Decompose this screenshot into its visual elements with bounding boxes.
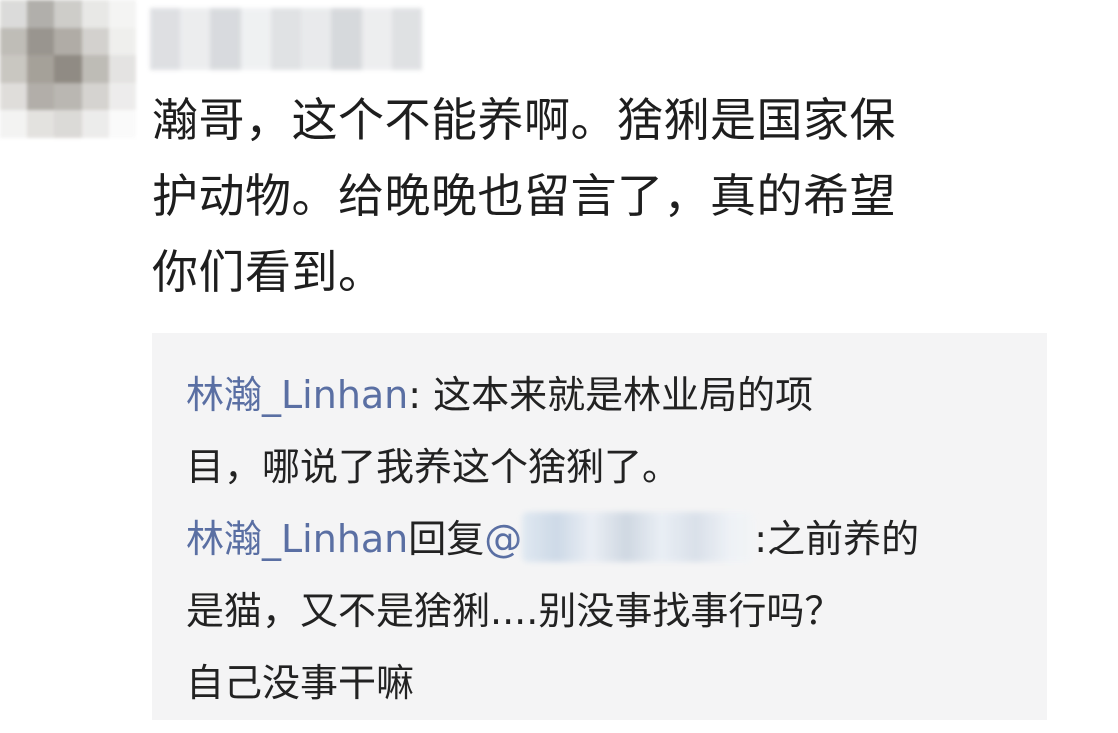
reply-line: 自己没事干嘛 (186, 661, 415, 705)
comment-line: 护动物。给晚晚也留言了，真的希望 (152, 169, 896, 223)
reply-word: 回复 (408, 517, 485, 561)
reply-item[interactable]: 林瀚_Linhan: 这本来就是林业局的项 目，哪说了我养这个猞猁了。 (186, 359, 1006, 503)
reply-thread[interactable]: 林瀚_Linhan: 这本来就是林业局的项 目，哪说了我养这个猞猁了。 林瀚_L… (152, 333, 1047, 720)
comment-line: 瀚哥，这个不能养啊。猞猁是国家保 (152, 93, 896, 147)
username-redacted (150, 8, 422, 70)
comment-body: 瀚哥，这个不能养啊。猞猁是国家保 护动物。给晚晚也留言了，真的希望 你们看到。 (152, 82, 1052, 310)
mention-at-sign[interactable]: @ (484, 517, 522, 561)
avatar[interactable] (0, 0, 136, 138)
reply-author-link[interactable]: 林瀚_Linhan (186, 517, 408, 561)
reply-line: 是猫，又不是猞猁....别没事找事行吗？ (186, 589, 843, 633)
mention-redacted[interactable] (522, 512, 755, 562)
comment-line: 你们看到。 (152, 245, 385, 299)
reply-line: 目，哪说了我养这个猞猁了。 (186, 445, 681, 489)
reply-separator: : (408, 373, 422, 417)
reply-line: 林瀚_Linhan回复@ :之前养的 (186, 503, 1006, 575)
reply-author-link[interactable]: 林瀚_Linhan (186, 373, 408, 417)
reply-text: 这本来就是林业局的项 (421, 373, 814, 417)
reply-text: :之前养的 (754, 517, 920, 561)
reply-line: 林瀚_Linhan: 这本来就是林业局的项 (186, 359, 1006, 431)
reply-item[interactable]: 林瀚_Linhan回复@ :之前养的 是猫，又不是猞猁....别没事找事行吗？ 自… (186, 503, 1006, 719)
